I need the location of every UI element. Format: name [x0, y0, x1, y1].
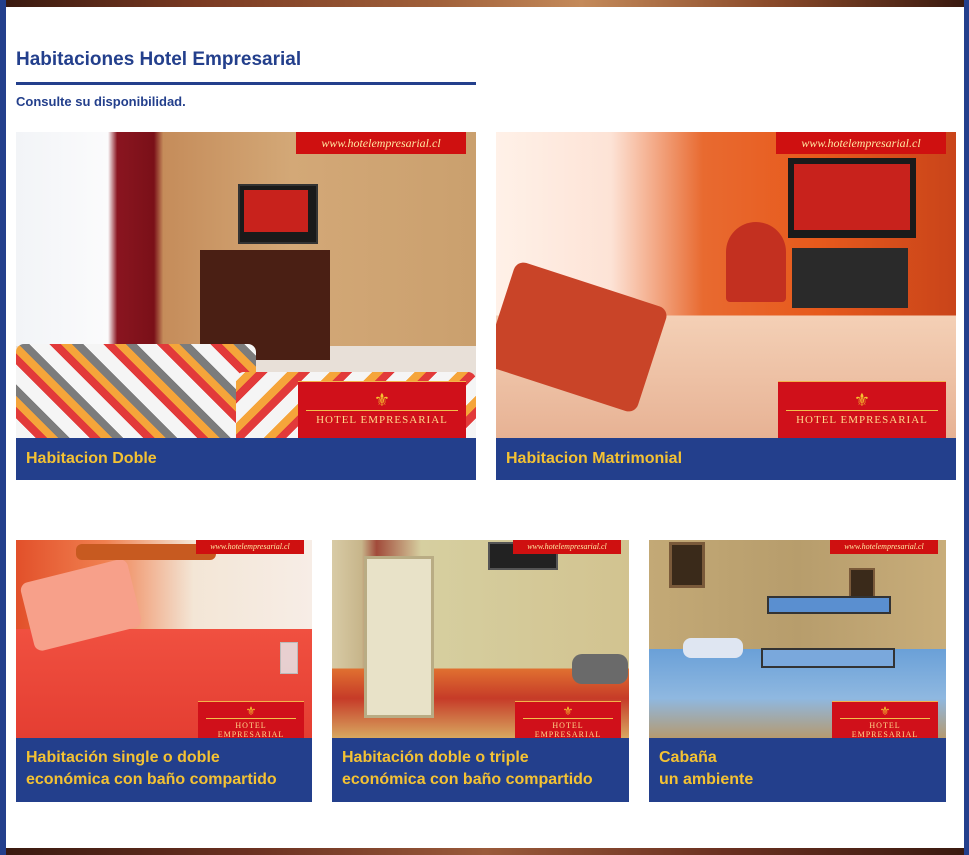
room-caption-line-2: económica con baño compartido: [26, 771, 277, 788]
left-frame-border: [0, 0, 6, 855]
hotel-logo-text: HOTEL EMPRESARIAL: [523, 718, 613, 738]
hotel-url-banner: www.hotelempresarial.cl: [776, 132, 946, 154]
right-frame-border: [964, 0, 969, 855]
bunk-bed-upper-shape: [767, 596, 891, 614]
hotel-logo-box: ⚜ HOTEL EMPRESARIAL: [832, 701, 938, 738]
fleur-de-lis-icon: ⚜: [373, 390, 391, 410]
room-caption-text: Habitacion Matrimonial: [506, 450, 683, 467]
room-caption-line-1: Habitación single o doble: [26, 749, 220, 766]
room-card-doble[interactable]: www.hotelempresarial.cl ⚜ HOTEL EMPRESAR…: [16, 132, 476, 480]
doorway-shape: [364, 556, 434, 718]
hotel-logo-text: HOTEL EMPRESARIAL: [840, 718, 930, 738]
room-photo[interactable]: www.hotelempresarial.cl ⚜ HOTEL EMPRESAR…: [332, 540, 629, 738]
hotel-logo-box: ⚜ HOTEL EMPRESARIAL: [778, 381, 946, 438]
room-caption[interactable]: Habitacion Matrimonial: [496, 438, 956, 480]
room-photo[interactable]: www.hotelempresarial.cl ⚜ HOTEL EMPRESAR…: [496, 132, 956, 438]
section-title: Habitaciones Hotel Empresarial: [16, 49, 302, 70]
hotel-url-banner: www.hotelempresarial.cl: [513, 540, 621, 554]
room-caption-line-1: Cabaña: [659, 749, 717, 766]
bottom-footer-image-strip: [6, 848, 964, 855]
room-caption-line-1: Habitación doble o triple: [342, 749, 529, 766]
hotel-logo-text: HOTEL EMPRESARIAL: [306, 410, 458, 426]
hotel-logo-text: HOTEL EMPRESARIAL: [786, 410, 938, 426]
room-card-single-economica[interactable]: www.hotelempresarial.cl ⚜ HOTEL EMPRESAR…: [16, 540, 312, 802]
tv-stand-shape: [792, 248, 908, 308]
hotel-url-banner: www.hotelempresarial.cl: [196, 540, 304, 554]
bunk-bed-lower-shape: [761, 648, 895, 668]
room-caption-line-2: un ambiente: [659, 771, 754, 788]
top-header-image-strip: [6, 0, 964, 7]
hotel-logo-text: HOTEL EMPRESARIAL: [206, 718, 296, 738]
tv-screen-shape: [244, 190, 308, 232]
pillow-shape: [19, 557, 143, 653]
hotel-logo-box: ⚜ HOTEL EMPRESARIAL: [298, 381, 466, 438]
room-caption-text: Habitacion Doble: [26, 450, 157, 467]
room-caption[interactable]: Habitación single o doble económica con …: [16, 738, 312, 802]
room-caption[interactable]: Cabaña un ambiente: [649, 738, 946, 802]
pillow-shape: [572, 654, 628, 684]
room-caption[interactable]: Habitación doble o triple económica con …: [332, 738, 629, 802]
room-card-cabana[interactable]: www.hotelempresarial.cl ⚜ HOTEL EMPRESAR…: [649, 540, 946, 802]
glass-shape: [280, 642, 298, 674]
availability-subtitle: Consulte su disponibilidad.: [16, 94, 186, 109]
pillow-shape: [496, 259, 670, 415]
pillow-shape: [683, 638, 743, 658]
room-photo[interactable]: www.hotelempresarial.cl ⚜ HOTEL EMPRESAR…: [649, 540, 946, 738]
title-underline: [16, 82, 476, 85]
tv-screen-shape: [794, 164, 910, 230]
room-photo[interactable]: www.hotelempresarial.cl ⚜ HOTEL EMPRESAR…: [16, 132, 476, 438]
fleur-de-lis-icon: ⚜: [562, 704, 574, 718]
fleur-de-lis-icon: ⚜: [879, 704, 891, 718]
armchair-shape: [726, 222, 786, 302]
hotel-url-banner: www.hotelempresarial.cl: [830, 540, 938, 554]
room-card-triple-economica[interactable]: www.hotelempresarial.cl ⚜ HOTEL EMPRESAR…: [332, 540, 629, 802]
fleur-de-lis-icon: ⚜: [245, 704, 257, 718]
fleur-de-lis-icon: ⚜: [853, 390, 871, 410]
hotel-logo-box: ⚜ HOTEL EMPRESARIAL: [515, 701, 621, 738]
room-caption-line-2: económica con baño compartido: [342, 771, 593, 788]
room-caption[interactable]: Habitacion Doble: [16, 438, 476, 480]
bed-left-shape: [16, 344, 256, 438]
headboard-shape: [76, 544, 216, 560]
hotel-logo-box: ⚜ HOTEL EMPRESARIAL: [198, 701, 304, 738]
room-card-matrimonial[interactable]: www.hotelempresarial.cl ⚜ HOTEL EMPRESAR…: [496, 132, 956, 480]
wall-picture-shape: [669, 542, 705, 588]
room-photo[interactable]: www.hotelempresarial.cl ⚜ HOTEL EMPRESAR…: [16, 540, 312, 738]
hotel-url-banner: www.hotelempresarial.cl: [296, 132, 466, 154]
